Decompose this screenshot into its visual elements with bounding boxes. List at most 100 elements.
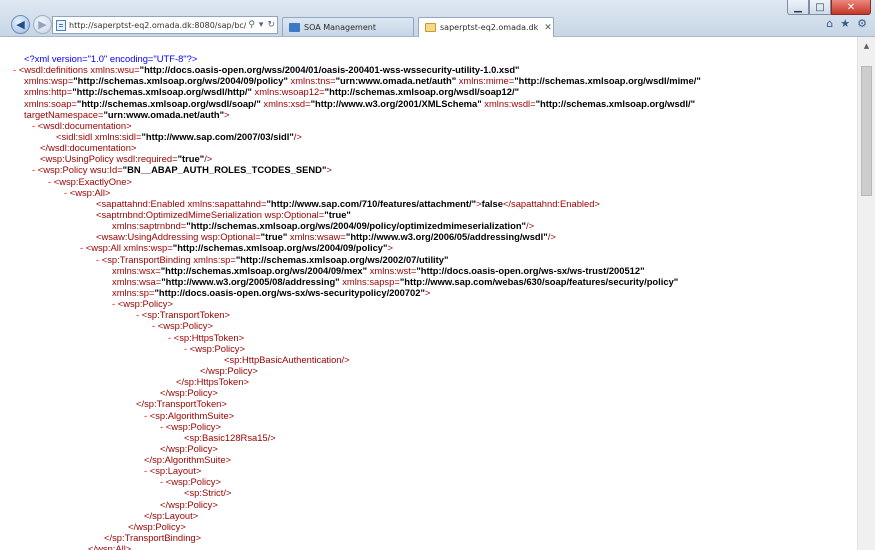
- xml-tag: >: [224, 108, 230, 120]
- xml-attribute-value: "http://schemas.xmlsoap.org/wsdl/": [535, 97, 696, 109]
- tab-label: saperptst-eq2.omada.dk: [440, 23, 539, 32]
- xml-line: </wsp:Policy>: [0, 521, 857, 532]
- xml-tag: <wsp:Policy>: [165, 476, 221, 488]
- document-favicon-icon: [425, 23, 436, 32]
- xml-line: - <wsp:Policy wsu:Id="BN__ABAP_AUTH_ROLE…: [0, 164, 857, 175]
- xml-tag: </sapattahnd:Enabled>: [502, 197, 600, 209]
- search-icon[interactable]: ⚲: [246, 20, 257, 30]
- xml-line: </sp:AlgorithmSuite>: [0, 454, 857, 465]
- xml-line: - <wsdl:definitions xmlns:wsu="http://do…: [0, 64, 857, 75]
- xml-attribute-value: "http://schemas.xmlsoap.org/wsdl/soap/": [76, 97, 261, 109]
- xml-line: - <sp:Layout>: [0, 465, 857, 476]
- xml-line: - <sp:AlgorithmSuite>: [0, 410, 857, 421]
- xml-text-value: false: [481, 197, 503, 209]
- xml-attribute-value: "true": [177, 153, 205, 165]
- xml-tag: </wsp:Policy>: [160, 498, 218, 510]
- window-controls: ▁ □ ✕: [787, 0, 871, 16]
- xml-tag: </wsp:Policy>: [160, 442, 218, 454]
- page-icon: [56, 19, 66, 31]
- xml-attribute: xmlns:wsp=: [24, 75, 74, 87]
- url-text[interactable]: http://saperptst-eq2.omada.dk:8080/sap/b…: [69, 21, 246, 30]
- xml-tag: <wsdl:documentation>: [37, 119, 132, 131]
- close-tab-icon[interactable]: ✕: [538, 23, 552, 33]
- favorites-star-icon[interactable]: ★: [840, 17, 850, 30]
- xml-line: </sp:TransportBinding>: [0, 532, 857, 543]
- xml-tag: <wsp:Policy>: [157, 320, 213, 332]
- xml-line: <sapattahnd:Enabled xmlns:sapattahnd="ht…: [0, 198, 857, 209]
- xml-line: xmlns:saptrnbnd="http://schemas.xmlsoap.…: [0, 220, 857, 231]
- xml-attribute: targetNamespace=: [24, 108, 104, 120]
- xml-attribute-value: "http://docs.oasis-open.org/wss/2004/01/…: [139, 64, 520, 76]
- minimize-button[interactable]: ▁: [787, 0, 809, 15]
- tab-saperptst[interactable]: saperptst-eq2.omada.dk ✕: [418, 17, 554, 37]
- xml-attribute: xmlns:wsoap12=: [251, 86, 325, 98]
- xml-attribute-value: "true": [324, 208, 351, 220]
- xml-attribute-value: "http://schemas.xmlsoap.org/ws/2004/09/p…: [186, 220, 526, 232]
- xml-attribute-value: "http://www.sap.com/710/features/attachm…: [266, 197, 477, 209]
- dropdown-icon[interactable]: ▾: [257, 20, 266, 30]
- xml-line: - <wsp:Policy>: [0, 320, 857, 331]
- xml-line: xmlns:http="http://schemas.xmlsoap.org/w…: [0, 86, 857, 97]
- xml-line: xmlns:wsa="http://www.w3.org/2005/08/add…: [0, 276, 857, 287]
- xml-line: - <wsp:Policy>: [0, 298, 857, 309]
- xml-line: <sidl:sidl xmlns:sidl="http://www.sap.co…: [0, 131, 857, 142]
- xml-line: - <sp:TransportBinding xmlns:sp="http://…: [0, 254, 857, 265]
- xml-tag: </wsp:Policy>: [200, 364, 258, 376]
- toolbar-icons: ⌂ ★ ⚙: [826, 17, 867, 30]
- xml-attribute: xmlns:wsdl=: [481, 97, 536, 109]
- xml-tag: <sp:Strict/>: [184, 487, 232, 499]
- xml-tag: />: [204, 153, 213, 165]
- xml-document-view: <?xml version="1.0" encoding="UTF-8"?> - …: [0, 37, 857, 550]
- xml-attribute-value: "http://schemas.xmlsoap.org/wsdl/mime/": [514, 75, 701, 87]
- xml-line: <sp:HttpBasicAuthentication/>: [0, 354, 857, 365]
- xml-line: </wsp:Policy>: [0, 365, 857, 376]
- xml-attribute: xmlns:mime=: [456, 75, 515, 87]
- xml-tag: </sp:Layout>: [144, 509, 199, 521]
- address-bar[interactable]: http://saperptst-eq2.omada.dk:8080/sap/b…: [52, 16, 278, 34]
- xml-line: - <wsp:All>: [0, 187, 857, 198]
- xml-tag: <wsp:All>: [69, 186, 111, 198]
- tab-soa-management[interactable]: SOA Management: [282, 17, 414, 36]
- xml-tag: <wsp:UsingPolicy wsdl:required=: [40, 153, 178, 165]
- xml-attribute: xmlns:xsd=: [260, 97, 311, 109]
- forward-arrow-icon: ▶: [38, 18, 47, 31]
- xml-tag: <sp:TransportToken>: [141, 309, 230, 321]
- xml-attribute-value: "http://www.sap.com/2007/03/sidl": [141, 130, 294, 142]
- vertical-scrollbar[interactable]: ▲: [857, 37, 875, 550]
- close-window-button[interactable]: ✕: [831, 0, 871, 15]
- forward-button[interactable]: ▶: [33, 15, 52, 34]
- back-arrow-icon: ◀: [16, 18, 25, 31]
- xml-attribute: xmlns:wsx=: [112, 264, 161, 276]
- xml-attribute-value: "http://www.w3.org/2001/XMLSchema": [310, 97, 482, 109]
- xml-attribute-value: "BN__ABAP_AUTH_ROLES_TCODES_SEND": [122, 164, 327, 176]
- maximize-button[interactable]: □: [809, 0, 831, 15]
- home-icon[interactable]: ⌂: [826, 17, 833, 30]
- xml-line: - <wsp:Policy>: [0, 476, 857, 487]
- xml-tag: <sp:TransportBinding xmlns:sp=: [101, 253, 236, 265]
- xml-line: - <wsp:Policy>: [0, 421, 857, 432]
- xml-tag: <sp:HttpsToken>: [173, 331, 245, 343]
- xml-attribute-value: "http://www.w3.org/2005/08/addressing": [161, 275, 340, 287]
- xml-tag: </sp:HttpsToken>: [176, 376, 249, 388]
- xml-line: </wsdl:documentation>: [0, 142, 857, 153]
- xml-tag: </sp:AlgorithmSuite>: [144, 454, 232, 466]
- xml-tag: <sp:Layout>: [149, 465, 202, 477]
- gear-icon[interactable]: ⚙: [857, 17, 867, 30]
- xml-attribute-value: "http://schemas.xmlsoap.org/wsdl/http/": [72, 86, 252, 98]
- xml-line: - <wsp:Policy>: [0, 343, 857, 354]
- xml-line: </sp:HttpsToken>: [0, 376, 857, 387]
- xml-attribute: xmlns:sapsp=: [339, 275, 400, 287]
- xml-line: <wsp:UsingPolicy wsdl:required="true"/>: [0, 153, 857, 164]
- back-button[interactable]: ◀: [11, 15, 30, 34]
- browser-chrome: ▁ □ ✕ ◀ ▶ http://saperptst-eq2.omada.dk:…: [0, 0, 875, 37]
- scroll-thumb[interactable]: [861, 66, 872, 196]
- xml-attribute-value: "http://schemas.xmlsoap.org/ws/2004/09/m…: [160, 264, 368, 276]
- xml-line: </wsp:Policy>: [0, 499, 857, 510]
- xml-line: xmlns:sp="http://docs.oasis-open.org/ws-…: [0, 287, 857, 298]
- xml-tag: />: [526, 220, 535, 232]
- xml-attribute-value: "http://schemas.xmlsoap.org/wsdl/soap12/…: [324, 86, 520, 98]
- refresh-icon[interactable]: ↻: [265, 20, 277, 30]
- scroll-up-arrow-icon[interactable]: ▲: [858, 37, 875, 54]
- xml-tag: <wsaw:UsingAddressing wsp:Optional=: [96, 231, 261, 243]
- xml-attribute: xmlns:wsa=: [112, 275, 162, 287]
